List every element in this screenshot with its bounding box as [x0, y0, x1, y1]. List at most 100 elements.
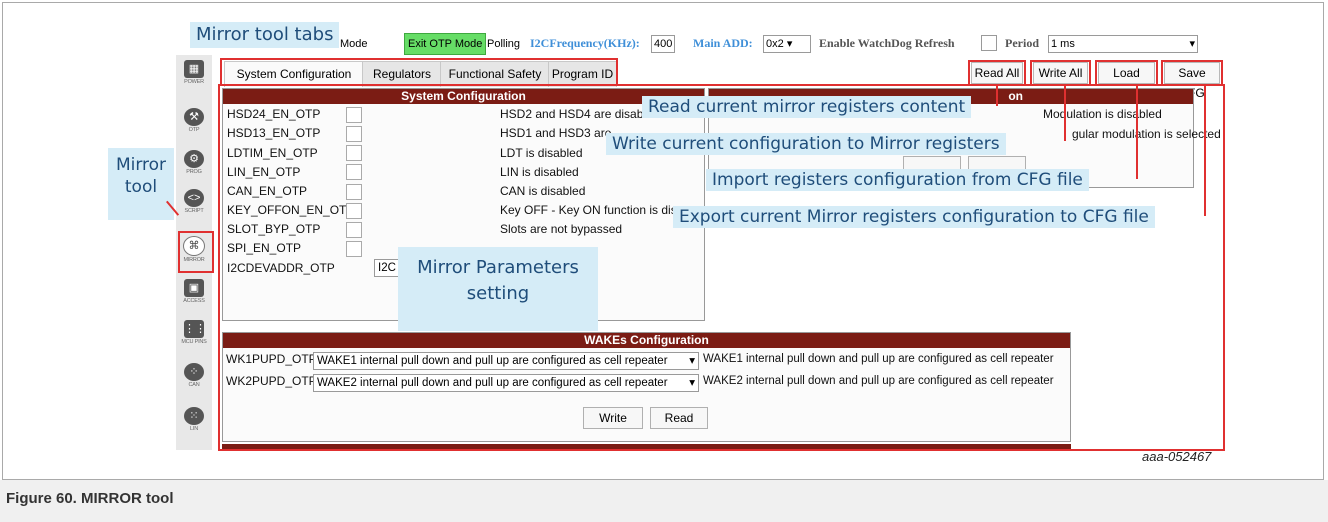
mode-label: Mode: [340, 38, 368, 50]
figure-caption: Figure 60. MIRROR tool: [6, 490, 174, 507]
period-value: 1 ms: [1051, 38, 1075, 50]
annotation-tabs: Mirror tool tabs: [190, 22, 340, 48]
wk2pupd-select[interactable]: WAKE2 internal pull down and pull up are…: [313, 374, 699, 392]
chevron-down-icon: ▾: [786, 38, 793, 50]
annotation-write: Write current configuration to Mirror re…: [606, 133, 1006, 155]
main-add-value: 0x2: [766, 38, 784, 50]
spi-en-checkbox[interactable]: [346, 241, 362, 257]
write-all-highlight: [1030, 60, 1091, 86]
row-label: KEY_OFFON_EN_OTP: [227, 203, 355, 217]
row-label: HSD13_EN_OTP: [227, 126, 321, 140]
sidebar-item-script[interactable]: <> SCRIPT: [180, 189, 208, 219]
row-label: LDTIM_EN_OTP: [227, 146, 318, 160]
wk2pupd-value: WAKE2 internal pull down and pull up are…: [317, 377, 668, 389]
i2c-frequency-label: I2CFrequency(KHz):: [530, 36, 640, 50]
sidebar-item-label: CAN: [188, 382, 200, 388]
chevron-down-icon: ▾: [689, 377, 695, 389]
wk1pupd-select[interactable]: WAKE1 internal pull down and pull up are…: [313, 352, 699, 370]
mirror-highlight-box: [178, 231, 214, 273]
period-select[interactable]: 1 ms ▾: [1048, 35, 1198, 53]
row-label: CAN_EN_OTP: [227, 184, 308, 198]
sidebar-item-label: POWER: [184, 79, 204, 85]
annotation-mirror-tool-line1: Mirror: [115, 155, 167, 175]
row-label: HSD24_EN_OTP: [227, 107, 321, 121]
annotation-export: Export current Mirror registers configur…: [673, 206, 1155, 228]
bottom-panel-edge: [222, 444, 1071, 449]
annotation-read: Read current mirror registers content: [642, 96, 972, 118]
row-description: Slots are not bypassed: [500, 222, 623, 236]
annotation-mirror-tool-line2: tool: [124, 177, 158, 197]
sidebar-item-label: MCU PINS: [181, 339, 207, 345]
lin-icon: ⁙: [184, 407, 204, 425]
can-checkbox[interactable]: [346, 184, 362, 200]
row-label: I2CDEVADDR_OTP: [227, 261, 335, 275]
row-description: CAN is disabled: [500, 184, 586, 198]
row-label: LIN_EN_OTP: [227, 165, 301, 179]
sidebar-item-prog[interactable]: ⚙ PROG: [180, 150, 208, 180]
chip-icon: ▣: [184, 279, 204, 297]
caption-bar: [0, 480, 1328, 522]
sidebar-item-mcu-pins[interactable]: ⋮⋮ MCU PINS: [180, 320, 208, 350]
read-all-highlight: [968, 60, 1026, 86]
sidebar-item-label: OTP: [188, 127, 200, 133]
sidebar-item-label: SCRIPT: [184, 208, 204, 214]
row-description: Key OFF - Key ON function is dis: [500, 203, 677, 217]
gear-icon: ⚙: [184, 150, 204, 168]
main-add-select[interactable]: 0x2 ▾: [763, 35, 811, 53]
row-description: HSD2 and HSD4 are disabl: [500, 107, 647, 121]
modulation-description: Modulation is disabled: [1043, 107, 1162, 121]
sidebar-item-power[interactable]: ▦ POWER: [180, 60, 208, 90]
period-label: Period: [1005, 36, 1039, 50]
polling-label[interactable]: Polling: [487, 34, 520, 54]
save-cfg-highlight: [1161, 60, 1223, 86]
row-label: SLOT_BYP_OTP: [227, 222, 321, 236]
write-pointer: [1064, 86, 1066, 141]
main-add-label: Main ADD:: [693, 36, 753, 50]
code-icon: <>: [184, 189, 204, 207]
row-description: HSD1 and HSD3 are: [500, 126, 612, 140]
sidebar-item-label: LIN: [190, 426, 198, 432]
annotation-params-line2: setting: [466, 283, 530, 304]
ldtim-checkbox[interactable]: [346, 145, 362, 161]
row-description: LIN is disabled: [500, 165, 579, 179]
sidebar-item-lin[interactable]: ⁙ LIN: [180, 407, 208, 437]
exit-otp-mode-button[interactable]: Exit OTP Mode: [404, 33, 487, 55]
row-label: WK1PUPD_OTP: [226, 352, 317, 366]
sidebar-item-access[interactable]: ▣ ACCESS: [180, 279, 208, 309]
annotation-params-line1: Mirror Parameters: [417, 257, 579, 278]
wakes-read-button[interactable]: Read: [650, 407, 708, 429]
sidebar-item-can[interactable]: ⁘ CAN: [180, 363, 208, 393]
slot-byp-checkbox[interactable]: [346, 222, 362, 238]
i2c-devaddr-select[interactable]: I2C addr: [374, 259, 400, 277]
pins-icon: ⋮⋮: [184, 320, 206, 338]
annotation-params: Mirror Parameters setting: [398, 247, 598, 331]
read-pointer: [996, 86, 998, 106]
watchdog-checkbox[interactable]: [981, 35, 997, 51]
lin-checkbox[interactable]: [346, 164, 362, 180]
annotation-mirror-tool: Mirror tool: [108, 148, 174, 220]
watchdog-label: Enable WatchDog Refresh: [819, 36, 955, 50]
tabs-highlight-box: [220, 58, 618, 86]
wk1-description: WAKE1 internal pull down and pull up are…: [703, 353, 1054, 365]
hsd24-checkbox[interactable]: [346, 107, 362, 123]
hsd13-checkbox[interactable]: [346, 126, 362, 142]
row-label: SPI_EN_OTP: [227, 241, 302, 255]
annotation-import: Import registers configuration from CFG …: [706, 169, 1089, 191]
wk2-description: WAKE2 internal pull down and pull up are…: [703, 375, 1054, 387]
chevron-down-icon: ▾: [1189, 38, 1195, 50]
wakes-write-button[interactable]: Write: [583, 407, 643, 429]
figure-id: aaa-052467: [1142, 449, 1212, 464]
export-pointer: [1204, 86, 1206, 216]
wk1pupd-value: WAKE1 internal pull down and pull up are…: [317, 355, 668, 367]
can-icon: ⁘: [184, 363, 204, 381]
chevron-down-icon: ▾: [689, 355, 695, 367]
sidebar-item-label: PROG: [186, 169, 202, 175]
import-pointer: [1136, 86, 1138, 179]
key-offon-checkbox[interactable]: [346, 203, 362, 219]
sidebar-item-otp[interactable]: ⚒ OTP: [180, 108, 208, 138]
hammer-icon: ⚒: [184, 108, 204, 126]
i2c-frequency-input[interactable]: 400: [651, 35, 676, 53]
calculator-icon: ▦: [184, 60, 204, 78]
load-cfg-highlight: [1095, 60, 1158, 86]
system-config-title: System Configuration: [223, 89, 704, 104]
